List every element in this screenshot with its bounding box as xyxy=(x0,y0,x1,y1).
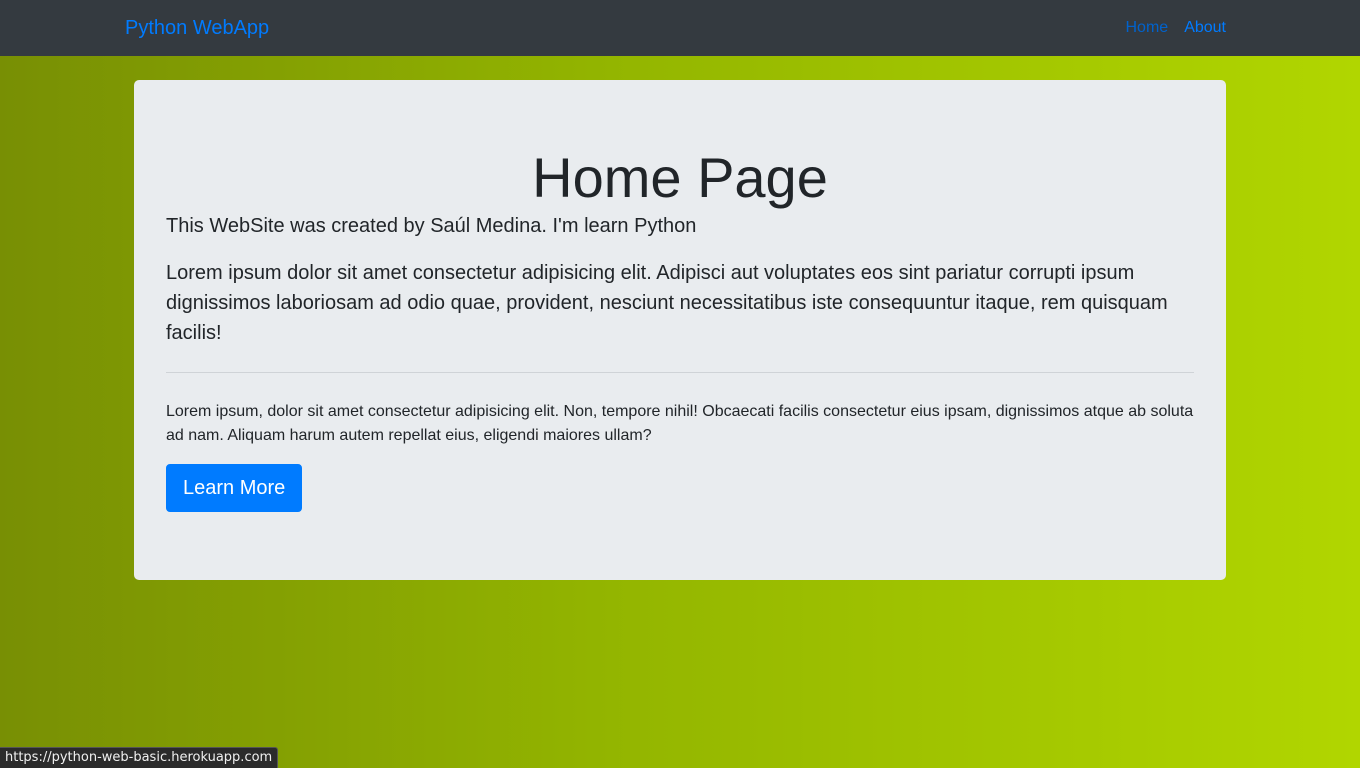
page-title: Home Page xyxy=(532,146,828,209)
divider xyxy=(166,372,1194,373)
nav-link-about[interactable]: About xyxy=(1184,18,1226,38)
author-subtitle: This WebSite was created by Saúl Medina.… xyxy=(166,215,697,237)
navbar: Python WebApp Home About xyxy=(0,0,1360,56)
learn-more-button[interactable]: Learn More xyxy=(166,464,303,512)
browser-status-bar-url: https://python-web-basic.herokuapp.com xyxy=(0,747,279,768)
jumbotron: Home Page This WebSite was created by Sa… xyxy=(134,80,1226,580)
navbar-brand-link[interactable]: Python WebApp xyxy=(125,16,269,40)
nav-links: Home About xyxy=(1126,18,1227,38)
body-paragraph: Lorem ipsum, dolor sit amet consectetur … xyxy=(166,403,1194,444)
nav-link-home[interactable]: Home xyxy=(1126,18,1169,38)
lead-paragraph: Lorem ipsum dolor sit amet consectetur a… xyxy=(166,262,1168,344)
